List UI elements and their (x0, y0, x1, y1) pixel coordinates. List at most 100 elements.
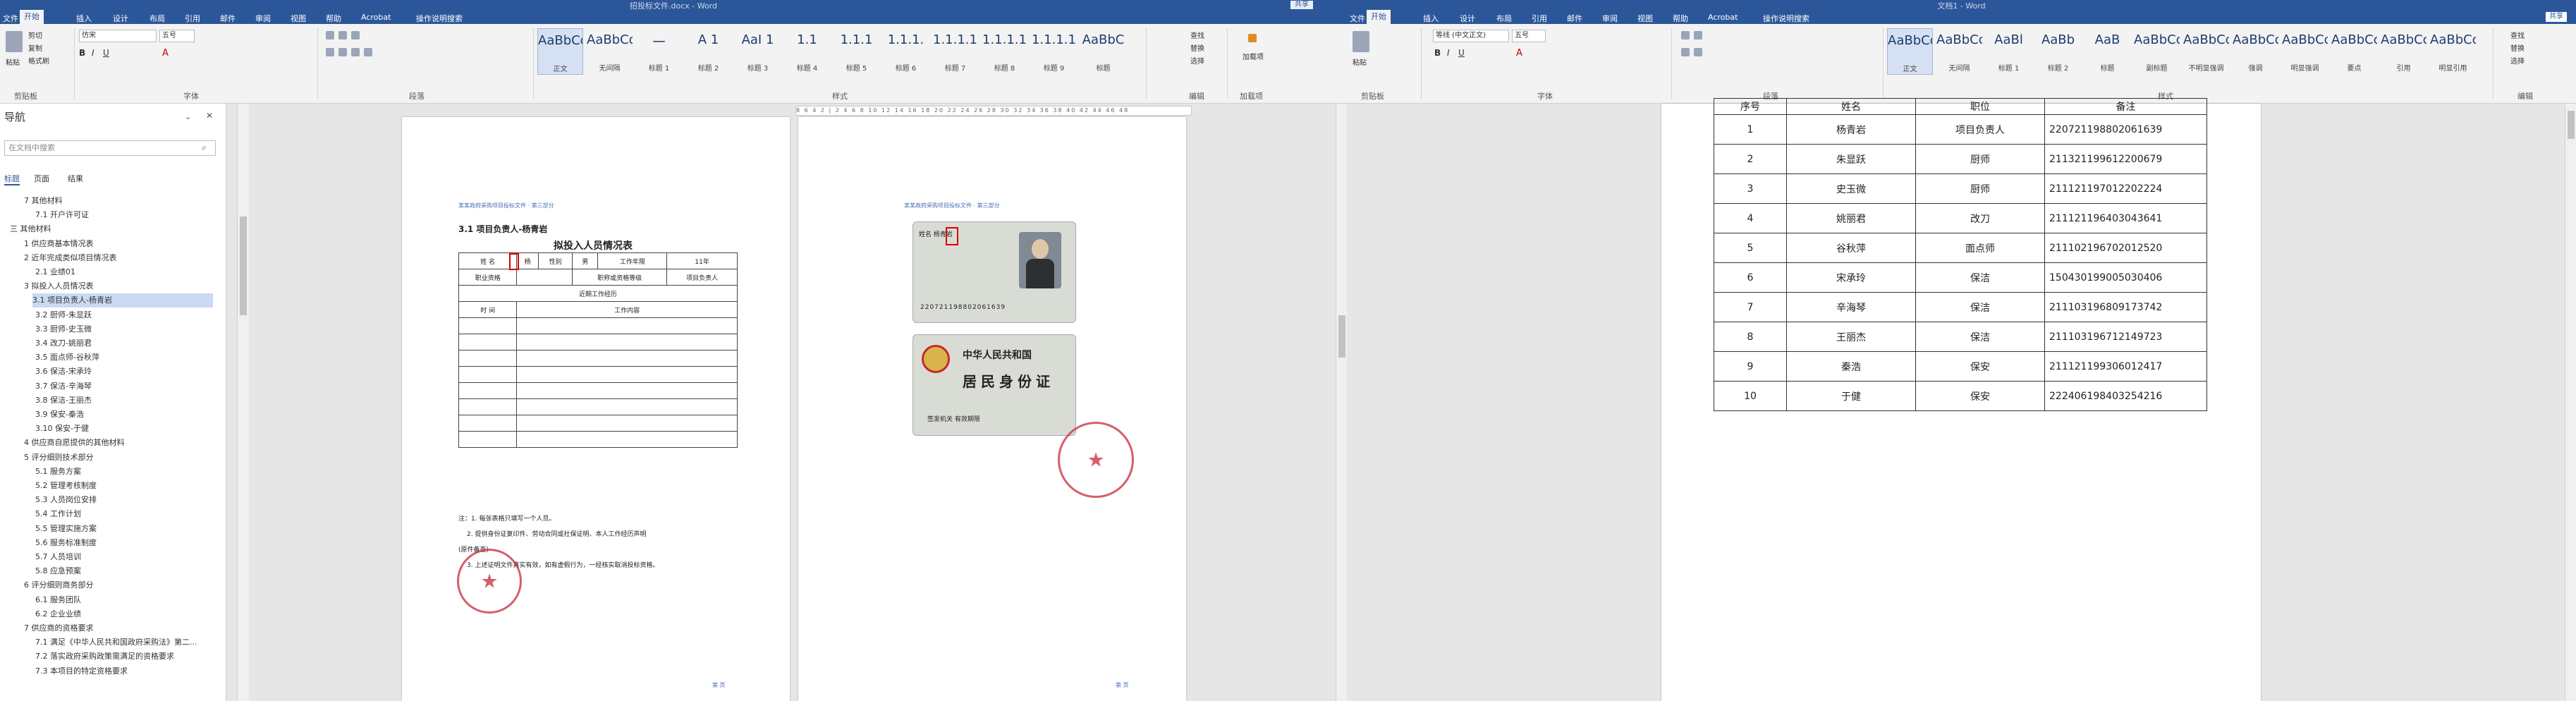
menu-acrobat[interactable]: Acrobat (361, 13, 391, 22)
nav-heading-item[interactable]: 6 评分细则商务部分 (24, 578, 94, 592)
nav-heading-item[interactable]: 三 其他材料 (10, 222, 51, 236)
close-icon[interactable]: ✕ (206, 111, 213, 121)
nav-heading-item[interactable]: 5.3 人员岗位安排 (35, 493, 97, 507)
cut-button[interactable]: 剪切 (28, 30, 42, 40)
style-item[interactable]: AaBbC 标题 (1080, 28, 1126, 75)
multilevel-list-icon[interactable] (351, 31, 360, 39)
format-painter-button[interactable]: 格式刷 (28, 55, 49, 66)
align-right-icon[interactable] (351, 48, 360, 56)
paste-icon[interactable] (1353, 31, 1369, 52)
nav-heading-item[interactable]: 5.6 服务标准制度 (35, 536, 97, 550)
style-item[interactable]: AaBb 标题 2 (2035, 28, 2081, 75)
document-page-2[interactable]: 某某政府采购项目投标文件 · 第三部分 姓名 杨青岩 2207211988020… (798, 117, 1186, 701)
menu-view[interactable]: 视图 (291, 13, 306, 24)
italic-button[interactable]: I (92, 48, 94, 58)
document-page-1[interactable]: 某某政府采购项目投标文件 · 第三部分 3.1 项目负责人-杨青岩 拟投入人员情… (402, 117, 790, 701)
menu-insert[interactable]: 插入 (1423, 13, 1439, 24)
share-button[interactable]: 共享 (2546, 12, 2567, 22)
nav-heading-item[interactable]: 6.2 企业业绩 (35, 607, 81, 621)
align-center-icon[interactable] (338, 48, 347, 56)
style-item[interactable]: AaI 1 标题 3 (735, 28, 781, 75)
menu-review[interactable]: 审阅 (1602, 13, 1618, 24)
scroll-thumb[interactable] (2568, 111, 2575, 139)
menu-help[interactable]: 帮助 (326, 13, 341, 24)
nav-heading-item[interactable]: 7 其他材料 (24, 194, 63, 208)
nav-heading-item[interactable]: 7.1 开户许可证 (35, 208, 89, 222)
addins-icon[interactable] (1248, 34, 1257, 42)
style-item[interactable]: 一标题 1 (636, 28, 682, 75)
menu-references[interactable]: 引用 (1532, 13, 1547, 24)
nav-heading-item[interactable]: 3.6 保洁-宋承玲 (35, 365, 92, 379)
nav-heading-item[interactable]: 5.2 管理考核制度 (35, 479, 97, 493)
bold-button[interactable]: B (1434, 48, 1441, 58)
justify-icon[interactable] (364, 48, 372, 56)
font-color-button[interactable]: A (1516, 48, 1522, 59)
nav-heading-item[interactable]: 3.8 保洁-王丽杰 (35, 394, 92, 408)
style-item[interactable]: AaBbCcD 明显强调 (2282, 28, 2328, 75)
style-item[interactable]: A 1 标题 2 (685, 28, 731, 75)
nav-heading-item[interactable]: 3.10 保安-于健 (35, 422, 89, 436)
copy-button[interactable]: 复制 (28, 42, 42, 53)
nav-heading-item[interactable]: 3.2 厨师-朱显跃 (35, 308, 92, 322)
nav-heading-item[interactable]: 3.5 面点师-谷秋萍 (35, 350, 99, 365)
italic-button[interactable]: I (1447, 48, 1450, 58)
scroll-thumb[interactable] (1338, 315, 1345, 358)
addins-button[interactable]: 加载项 (1243, 51, 1264, 61)
style-item[interactable]: 1.1.1.1 标题 9 (1031, 28, 1077, 75)
nav-heading-item[interactable]: 6.1 服务团队 (35, 593, 81, 607)
menu-review[interactable]: 审阅 (255, 13, 271, 24)
style-item[interactable]: AaBbCcD 无间隔 (1936, 28, 1982, 75)
select-button[interactable]: 选择 (1190, 55, 1204, 66)
style-item[interactable]: AaBbCcD 引用 (2381, 28, 2427, 75)
style-item[interactable]: 1.1.1.1 标题 8 (982, 28, 1027, 75)
menu-acrobat[interactable]: Acrobat (1708, 13, 1738, 22)
horizontal-ruler[interactable]: 8 6 4 2 | 2 4 6 8 10 12 14 16 18 20 22 2… (795, 106, 1192, 116)
nav-heading-item[interactable]: 2 近年完成类似项目情况表 (24, 251, 117, 265)
nav-heading-item[interactable]: 7 供应商的资格要求 (24, 621, 94, 635)
style-item[interactable]: 1.1.1.1 标题 7 (932, 28, 978, 75)
document-scrollbar[interactable] (1336, 104, 1347, 701)
tab-results[interactable]: 结果 (68, 173, 83, 184)
nav-search-input[interactable]: 在文档中搜索 (4, 140, 216, 156)
style-item[interactable]: AaBbCcD 强调 (2233, 28, 2278, 75)
menu-mailings[interactable]: 邮件 (220, 13, 236, 24)
menu-design[interactable]: 设计 (113, 13, 128, 24)
menu-mailings[interactable]: 邮件 (1567, 13, 1582, 24)
bullets-icon[interactable] (326, 31, 334, 39)
style-item[interactable]: AaBbCcDd 无间隔 (587, 28, 633, 75)
style-item[interactable]: AaBbCcDd 正文 (1887, 28, 1933, 75)
style-item[interactable]: AaBbCc 副标题 (2134, 28, 2180, 75)
nav-heading-item[interactable]: 3 拟投入人员情况表 (24, 279, 94, 293)
underline-button[interactable]: U (103, 48, 109, 58)
font-name-select[interactable]: 等线 (中文正文) (1433, 30, 1509, 42)
align-left-icon[interactable] (326, 48, 334, 56)
nav-heading-item[interactable]: 5.8 应急预案 (35, 564, 81, 578)
numbering-icon[interactable] (338, 31, 347, 39)
nav-heading-item[interactable]: 3.4 改刀-姚丽君 (35, 336, 92, 350)
font-color-button[interactable]: A (162, 48, 169, 59)
find-button[interactable]: 查找 (2510, 30, 2525, 40)
menu-design[interactable]: 设计 (1460, 13, 1475, 24)
style-item[interactable]: AaBbCcD 要点 (2331, 28, 2377, 75)
menu-file[interactable]: 文件 (3, 13, 18, 24)
style-item[interactable]: 1.1.1. 标题 6 (883, 28, 929, 75)
menu-tell-me[interactable]: 操作说明搜索 (416, 13, 463, 24)
menu-home[interactable]: 开始 (20, 10, 44, 24)
nav-heading-item[interactable]: 7.3 本项目的特定资格要求 (35, 664, 128, 678)
replace-button[interactable]: 替换 (2510, 42, 2525, 53)
font-size-select[interactable]: 五号 (1512, 30, 1546, 42)
document-page[interactable]: 序号 姓名 职位 备注 1 杨青岩 项目负责人 220721198802061639 2 朱显跃厨… (1661, 98, 2261, 701)
menu-insert[interactable]: 插入 (76, 13, 92, 24)
style-item[interactable]: 1.1.1 标题 5 (834, 28, 879, 75)
bullets-icon[interactable] (1681, 31, 1690, 39)
numbering-icon[interactable] (1694, 31, 1702, 39)
find-button[interactable]: 查找 (1190, 30, 1204, 40)
share-button[interactable]: 共享 (1290, 1, 1313, 9)
nav-heading-item[interactable]: 5.5 管理实施方案 (35, 522, 97, 536)
menu-tell-me[interactable]: 操作说明搜索 (1763, 13, 1809, 24)
search-icon[interactable]: ⌕ (202, 142, 207, 153)
nav-heading-item[interactable]: 3.7 保洁-辛海琴 (35, 379, 92, 394)
nav-heading-item[interactable]: 7.1 满足《中华人民共和国政府采购法》第二... (35, 635, 197, 650)
nav-heading-item[interactable]: 5 评分细则技术部分 (24, 451, 94, 465)
font-name-select[interactable]: 仿宋 (79, 30, 157, 42)
